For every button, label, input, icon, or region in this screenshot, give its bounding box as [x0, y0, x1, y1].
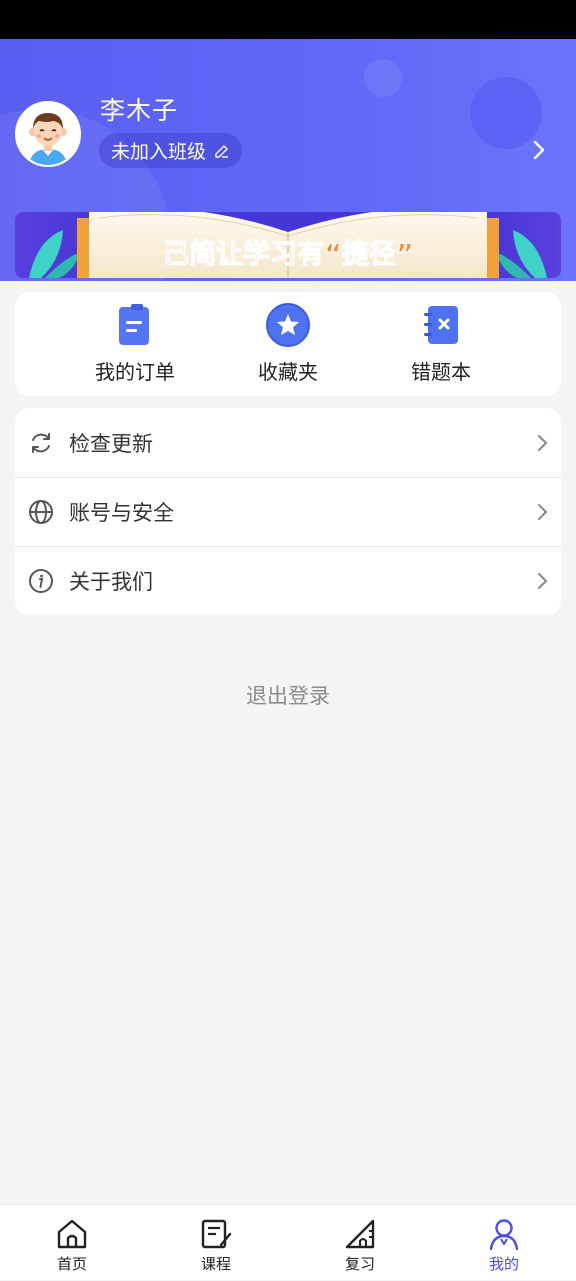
menu-item-check-update[interactable]: 检查更新 [15, 408, 561, 477]
course-icon [201, 1219, 232, 1249]
join-class-button[interactable]: 未加入班级 [99, 133, 243, 168]
tab-review[interactable]: 复习 [310, 1205, 410, 1281]
menu-item-about-us[interactable]: 关于我们 [15, 546, 561, 615]
boy-avatar-icon [17, 103, 79, 165]
profile-header: 李木子 未加入班级 己简让学习有“捷径” [0, 39, 576, 281]
globe-icon [29, 499, 53, 524]
tab-label: 首页 [56, 1255, 87, 1273]
menu-item-account-security[interactable]: 账号与安全 [15, 477, 561, 546]
user-icon [489, 1219, 519, 1251]
refresh-icon [32, 432, 50, 453]
chevron-right-icon [538, 503, 547, 520]
chevron-right-icon [538, 572, 547, 589]
settings-menu: 检查更新 账号与安全 关于我们 [15, 408, 561, 615]
tab-course[interactable]: 课程 [166, 1205, 266, 1281]
tab-label: 课程 [200, 1255, 231, 1273]
wrong-notebook-icon [424, 306, 458, 344]
bottom-tab-bar: 首页 课程 复习 我的 [0, 1204, 576, 1280]
logout-button[interactable]: 退出登录 [0, 680, 576, 710]
chevron-right-icon[interactable] [528, 139, 550, 161]
tab-label: 复习 [344, 1255, 375, 1273]
shortcut-panel: 我的订单 收藏夹 错题本 [15, 292, 561, 396]
menu-item-label: 关于我们 [69, 569, 153, 594]
status-bar [0, 0, 576, 39]
order-icon [119, 304, 149, 345]
home-icon [57, 1219, 87, 1249]
tab-label: 我的 [488, 1255, 519, 1273]
shortcut-label: 错题本 [411, 360, 471, 384]
shortcut-favorites[interactable]: 收藏夹 [218, 292, 358, 396]
menu-item-label: 检查更新 [69, 431, 153, 456]
tab-mine[interactable]: 我的 [454, 1205, 554, 1281]
shortcut-my-orders[interactable]: 我的订单 [65, 292, 205, 396]
user-name: 李木子 [100, 96, 179, 125]
class-status-label: 未加入班级 [111, 141, 207, 163]
star-icon [266, 303, 310, 347]
shortcut-label: 收藏夹 [258, 360, 318, 384]
edit-icon [215, 144, 229, 158]
avatar[interactable] [15, 101, 81, 167]
book-illustration: 己简让学习有“捷径” [15, 207, 561, 278]
promo-banner[interactable]: 己简让学习有“捷径” [15, 207, 561, 278]
tab-home[interactable]: 首页 [22, 1205, 122, 1281]
menu-item-label: 账号与安全 [69, 500, 174, 525]
shortcut-wrong-notebook[interactable]: 错题本 [371, 292, 511, 396]
chevron-right-icon [538, 434, 547, 451]
info-icon [29, 568, 53, 593]
header-decoration [364, 59, 402, 97]
shortcut-label: 我的订单 [95, 360, 175, 384]
banner-text: 己简让学习有“捷径” [162, 238, 414, 270]
review-icon [345, 1219, 375, 1249]
